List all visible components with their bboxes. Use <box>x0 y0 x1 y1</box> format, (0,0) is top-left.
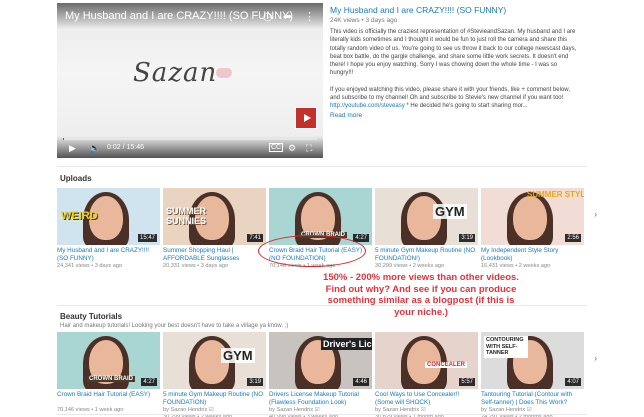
video-thumbnail[interactable]: CONCEALER 5:57 <box>375 332 478 389</box>
video-meta: by Sazan Hendrix ☑ 24,291 views • 2 mont… <box>481 407 553 417</box>
video-thumbnail[interactable]: GYM 3:19 <box>163 332 266 389</box>
video-title[interactable]: My Husband and I are CRAZY!!!! (SO FUNNY… <box>57 247 160 263</box>
video-title[interactable]: Tantouring Tutorial (Contour with Self-t… <box>481 391 584 407</box>
video-meta: 70,146 views • 1 week ago <box>57 407 124 413</box>
video-thumbnail[interactable]: SUMMER STYLE 2:56 <box>481 188 584 245</box>
thumbnail-overlay-text: SUMMER STYLE <box>527 190 584 199</box>
featured-description: This video is officially the craziest re… <box>330 29 577 77</box>
annotation-text: 150% - 200% more views than other videos… <box>323 272 519 318</box>
thumbnail-overlay-text: GYM <box>433 204 467 219</box>
video-card[interactable]: GYM 3:19 5 minute Gym Makeup Routine (NO F… <box>163 332 266 417</box>
featured-description-2: If you enjoyed watching this video, plea… <box>330 86 570 110</box>
play-icon[interactable]: ▶ <box>69 143 76 153</box>
video-title[interactable]: Crown Braid Hair Tutorial (EASY) <box>57 391 160 407</box>
video-card[interactable]: SUMMER STYLE 2:56 My Independent Style Sto… <box>481 188 584 270</box>
subscribe-watermark-button[interactable] <box>295 107 317 129</box>
thumbnail-overlay-text: CROWN BRAID <box>87 376 135 382</box>
thumbnail-overlay-text: SUMMER SUNNIES <box>166 206 207 226</box>
video-duration: 7:41 <box>247 234 263 242</box>
video-title[interactable]: Cool Ways to Use Concealer!! (Some will … <box>375 391 478 407</box>
thumbnail-overlay-text: CONTOURING WITH SELF-TANNER <box>484 336 528 358</box>
video-thumbnail[interactable]: CONTOURING WITH SELF-TANNER 4:07 <box>481 332 584 389</box>
beauty-tutorials-subtitle: Hair and makeup tutorials! Looking your … <box>60 323 289 329</box>
read-more-link[interactable]: Read more <box>330 112 580 119</box>
channel-link[interactable]: http://youtube.com/steveasy <box>330 103 405 109</box>
video-duration: 4:27 <box>141 378 157 386</box>
video-meta: 16,431 views • 2 weeks ago <box>481 263 551 269</box>
video-thumbnail[interactable]: SUMMER SUNNIES 7:41 <box>163 188 266 245</box>
beauty-row: CROWN BRAID 4:27 Crown Braid Hair Tutorial… <box>57 332 597 417</box>
divider <box>57 414 587 415</box>
thumbnail-face <box>513 196 547 240</box>
video-thumbnail[interactable]: WEIRD 15:47 <box>57 188 160 245</box>
video-card[interactable]: CROWN BRAID 4:27 Crown Braid Hair Tutorial… <box>57 332 160 414</box>
video-thumbnail[interactable]: CROWN BRAID 4:27 <box>57 332 160 389</box>
video-duration: 4:46 <box>353 378 369 386</box>
video-thumbnail[interactable]: GYM 3:19 <box>375 188 478 245</box>
video-duration: 2:56 <box>565 234 581 242</box>
chevron-right-icon[interactable]: › <box>594 210 597 219</box>
video-duration: 4:07 <box>565 378 581 386</box>
time-display: 0:02 / 15:46 <box>107 144 144 151</box>
share-icon[interactable]: ➦ <box>283 12 292 23</box>
video-duration: 5:57 <box>459 378 475 386</box>
progress-fill <box>63 138 64 140</box>
featured-video-meta: 24K views • 3 days ago <box>330 17 398 24</box>
video-meta: 24,341 views • 3 days ago <box>57 263 123 269</box>
gear-icon[interactable]: ⚙ <box>288 143 296 153</box>
featured-section: My Husband and I are CRAZY!!!! (SO FUNNY… <box>0 0 644 165</box>
more-icon[interactable]: ⋮ <box>304 12 315 23</box>
beauty-tutorials-title[interactable]: Beauty Tutorials <box>60 312 122 321</box>
video-duration: 3:19 <box>459 234 475 242</box>
clock-icon[interactable]: ◷ <box>263 12 273 23</box>
video-duration: 15:47 <box>137 234 157 242</box>
progress-bar[interactable] <box>63 138 317 140</box>
video-player[interactable]: My Husband and I are CRAZY!!!! (SO FUNNY… <box>57 3 323 158</box>
thumbnail-overlay-text: WEIRD <box>61 210 98 222</box>
featured-video-title[interactable]: My Husband and I are CRAZY!!!! (SO FUNNY… <box>330 5 580 15</box>
video-card[interactable]: Driver's License 4:46 Drivers License Make… <box>269 332 372 417</box>
thumbnail-overlay-text: GYM <box>221 348 255 363</box>
fullscreen-icon[interactable]: ⛶ <box>306 143 312 153</box>
video-title[interactable]: My Independent Style Story (Lookbook) <box>481 247 584 263</box>
video-duration: 3:19 <box>247 378 263 386</box>
video-card[interactable]: CONCEALER 5:57 Cool Ways to Use Concealer!… <box>375 332 478 417</box>
divider <box>57 305 587 306</box>
video-meta: by Sazan Hendrix ☑ 30,829 views • 1 mont… <box>375 407 444 417</box>
player-title[interactable]: My Husband and I are CRAZY!!!! (SO FUNNY… <box>65 10 293 22</box>
video-title[interactable]: Drivers License Makeup Tutorial (Flawles… <box>269 391 372 407</box>
video-card[interactable]: SUMMER SUNNIES 7:41 Summer Shopping Haul |… <box>163 188 266 270</box>
video-info: My Husband and I are CRAZY!!!! (SO FUNNY… <box>330 5 580 119</box>
video-card[interactable]: CONTOURING WITH SELF-TANNER 4:07 Tantourin… <box>481 332 584 417</box>
video-title[interactable]: 5 minute Gym Makeup Routine (NO FOUNDATI… <box>163 391 266 407</box>
video-meta: by Sazan Hendrix ☑ 30,299 views • 2 week… <box>163 407 233 417</box>
uploads-title[interactable]: Uploads <box>60 174 92 183</box>
cc-icon[interactable]: CC <box>269 143 284 152</box>
highlight-circle <box>258 235 366 267</box>
thumbnail-overlay-text: Driver's License <box>321 338 372 350</box>
channel-logo: Sazan <box>133 58 218 88</box>
video-meta: by Sazan Hendrix ☑ 40,998 views • 3 week… <box>269 407 339 417</box>
divider <box>57 166 587 167</box>
chevron-right-icon[interactable]: › <box>594 354 597 363</box>
video-thumbnail[interactable]: Driver's License 4:46 <box>269 332 372 389</box>
thumbnail-overlay-text: CONCEALER <box>425 362 468 368</box>
video-meta: 30,299 views • 2 weeks ago <box>375 263 445 269</box>
volume-icon[interactable]: 🔈 <box>89 143 100 153</box>
video-card[interactable]: WEIRD 15:47 My Husband and I are CRAZY!!!!… <box>57 188 160 270</box>
lips-icon <box>216 68 232 78</box>
video-meta: 20,331 views • 3 days ago <box>163 263 229 269</box>
video-card[interactable]: GYM 3:19 5 minute Gym Makeup Routine (NO F… <box>375 188 478 270</box>
video-title[interactable]: 5 minute Gym Makeup Routine (NO FOUNDATI… <box>375 247 478 263</box>
video-title[interactable]: Summer Shopping Haul | AFFORDABLE Sungla… <box>163 247 266 263</box>
